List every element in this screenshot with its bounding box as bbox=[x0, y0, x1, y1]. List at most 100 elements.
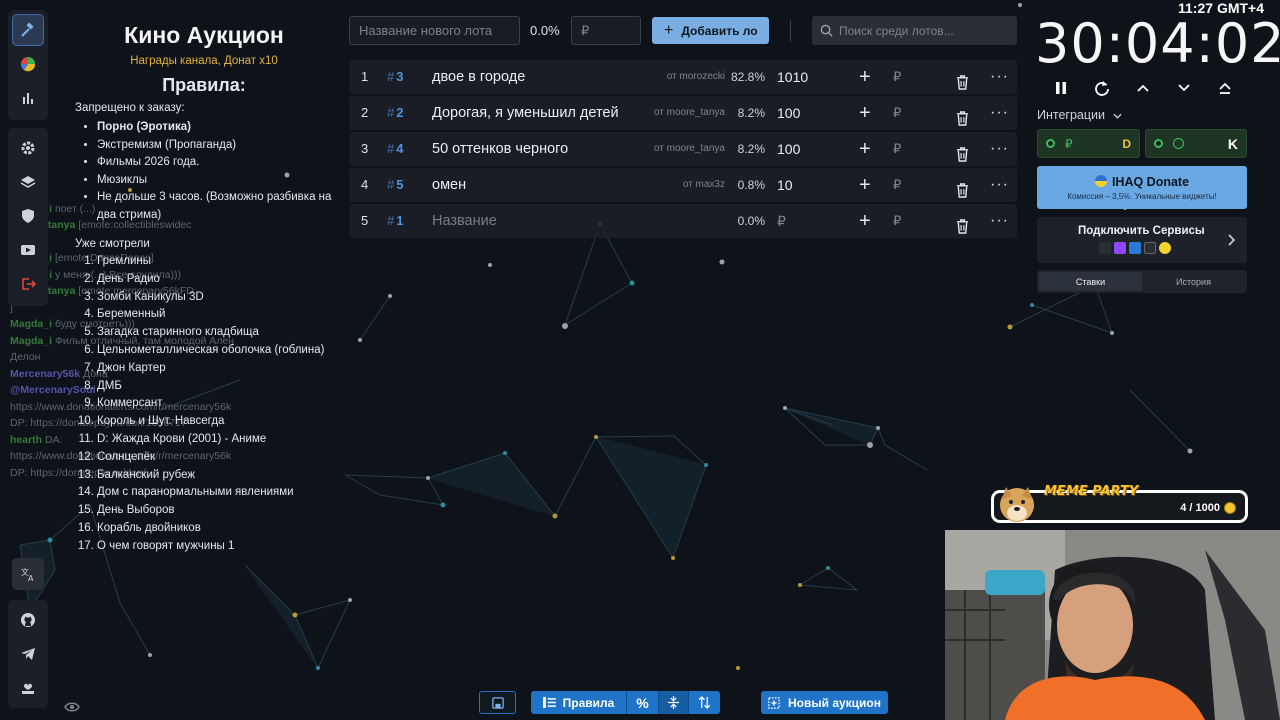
lot-amount-field[interactable]: 1010 bbox=[777, 60, 808, 94]
ihaq-donate-banner[interactable]: IHAQ Donate Комиссия – 3,5%. Уникальные … bbox=[1037, 166, 1247, 209]
lot-author: от moore_tanya bbox=[653, 107, 725, 118]
add-amount-button[interactable]: + bbox=[859, 132, 871, 166]
lot-amount-field[interactable]: 10 bbox=[777, 168, 793, 202]
save-button[interactable] bbox=[479, 691, 516, 714]
search-box[interactable] bbox=[812, 16, 1017, 45]
donate-heart-icon[interactable] bbox=[12, 672, 44, 704]
sort-toggle[interactable] bbox=[689, 691, 720, 714]
lot-name-field[interactable]: Название bbox=[432, 204, 497, 238]
watched-list: ГремлиныДень РадиоЗомби Каникулы 3DБерем… bbox=[75, 253, 335, 556]
trash-icon[interactable] bbox=[956, 213, 969, 234]
trash-icon[interactable] bbox=[956, 141, 969, 162]
watched-item: Солнцепёк bbox=[97, 449, 335, 467]
pause-icon[interactable] bbox=[1050, 78, 1072, 98]
tab-history[interactable]: История bbox=[1142, 272, 1245, 291]
rail-group-main bbox=[8, 10, 48, 120]
video-icon[interactable] bbox=[12, 234, 44, 266]
toolbar-divider bbox=[790, 20, 791, 42]
eye-icon[interactable] bbox=[64, 700, 80, 718]
lot-percent: 0.8% bbox=[737, 178, 765, 192]
new-lot-name-input[interactable] bbox=[349, 16, 520, 45]
watched-item: О чем говорят мужчины 1 bbox=[97, 538, 335, 556]
logout-icon[interactable] bbox=[12, 268, 44, 300]
trash-icon[interactable] bbox=[956, 105, 969, 126]
watched-item: Джон Картер bbox=[97, 360, 335, 378]
trash-icon[interactable] bbox=[956, 69, 969, 90]
watched-item: Гремлины bbox=[97, 253, 335, 271]
integrations-label: Интеграции bbox=[1037, 108, 1106, 122]
connect-services-button[interactable]: Подключить Сервисы bbox=[1037, 217, 1247, 263]
layers-icon[interactable] bbox=[12, 166, 44, 198]
chat-username: hearth bbox=[10, 433, 43, 446]
lot-row: 2 #2 Дорогая, я уменьшил детей от moore_tan… bbox=[349, 96, 1017, 130]
auction-hammer-icon[interactable] bbox=[12, 14, 44, 46]
ruble-input-button[interactable]: ₽ bbox=[893, 60, 901, 94]
lot-name-field[interactable]: двое в городе bbox=[432, 60, 525, 94]
webcam-feed bbox=[945, 530, 1280, 720]
integration-donatepay[interactable]: ₽ D bbox=[1037, 129, 1140, 158]
percent-toggle[interactable]: % bbox=[627, 691, 659, 714]
auction-subtitle: Награды канала, Донат x10 bbox=[130, 55, 278, 67]
stats-icon[interactable] bbox=[12, 82, 44, 114]
compact-toggle[interactable] bbox=[659, 691, 689, 714]
chevron-down-icon[interactable] bbox=[1173, 78, 1195, 98]
integrations-toggle[interactable]: Интеграции bbox=[1037, 108, 1122, 122]
search-input[interactable] bbox=[839, 23, 1009, 38]
more-options-icon[interactable]: ··· bbox=[990, 96, 1009, 130]
add-lot-button[interactable]: + Добавить ло bbox=[652, 17, 769, 44]
add-amount-button[interactable]: + bbox=[859, 204, 871, 238]
rules-panel: Кино Аукцион Награды канала, Донат x10 П… bbox=[75, 22, 335, 556]
add-amount-button[interactable]: + bbox=[859, 168, 871, 202]
trash-icon[interactable] bbox=[956, 177, 969, 198]
forbidden-item: Порно (Эротика) bbox=[97, 119, 335, 137]
doge-icon bbox=[1000, 487, 1034, 522]
new-lot-amount-input[interactable] bbox=[571, 16, 641, 45]
watched-item: Коммерсант bbox=[97, 395, 335, 413]
more-options-icon[interactable]: ··· bbox=[990, 204, 1009, 238]
lot-author: от moore_tanya bbox=[653, 143, 725, 154]
ruble-input-button[interactable]: ₽ bbox=[893, 168, 901, 202]
shield-icon[interactable] bbox=[12, 200, 44, 232]
chevron-up-icon[interactable] bbox=[1132, 78, 1154, 98]
add-amount-button[interactable]: + bbox=[859, 96, 871, 130]
forbidden-item: Мюзиклы bbox=[97, 172, 335, 190]
reset-icon[interactable] bbox=[1091, 78, 1113, 98]
chevron-right-icon bbox=[1228, 234, 1236, 246]
tab-bids[interactable]: Ставки bbox=[1039, 272, 1142, 291]
chat-text: Делон bbox=[10, 351, 41, 363]
translate-icon[interactable]: 文A bbox=[12, 558, 44, 590]
wheel-icon[interactable] bbox=[12, 48, 44, 80]
lot-name-field[interactable]: омен bbox=[432, 168, 466, 202]
more-options-icon[interactable]: ··· bbox=[990, 168, 1009, 202]
integration-kick[interactable]: K bbox=[1145, 129, 1247, 158]
ruble-input-button[interactable]: ₽ bbox=[893, 96, 901, 130]
github-icon[interactable] bbox=[12, 604, 44, 636]
bids-history-tabs: Ставки История bbox=[1037, 270, 1247, 293]
watched-item: День Радио bbox=[97, 271, 335, 289]
ruble-input-button[interactable]: ₽ bbox=[893, 132, 901, 166]
lot-name-field[interactable]: Дорогая, я уменьшил детей bbox=[432, 96, 619, 130]
kick-logo: K bbox=[1227, 135, 1238, 152]
add-amount-button[interactable]: + bbox=[859, 60, 871, 94]
lot-name-field[interactable]: 50 оттенков черного bbox=[432, 132, 568, 166]
lot-author: от max3z bbox=[682, 179, 725, 190]
more-options-icon[interactable]: ··· bbox=[990, 60, 1009, 94]
lot-amount-field[interactable]: ₽ bbox=[777, 204, 786, 238]
lot-index: 1 bbox=[361, 69, 369, 84]
lot-percent: 0.0% bbox=[737, 214, 765, 228]
new-auction-button[interactable]: Новый аукцион bbox=[761, 691, 888, 714]
gear-icon[interactable] bbox=[12, 132, 44, 164]
rules-button[interactable]: Правила bbox=[531, 691, 627, 714]
chat-username: Magda_i bbox=[10, 334, 53, 347]
more-options-icon[interactable]: ··· bbox=[990, 132, 1009, 166]
double-chevron-up-icon[interactable] bbox=[1214, 78, 1236, 98]
save-icon bbox=[491, 696, 504, 709]
lot-amount-field[interactable]: 100 bbox=[777, 132, 800, 166]
rail-group-settings bbox=[8, 128, 48, 306]
telegram-icon[interactable] bbox=[12, 638, 44, 670]
chat-username: Magda_i bbox=[10, 318, 53, 330]
rules-button-label: Правила bbox=[562, 695, 615, 710]
ruble-input-button[interactable]: ₽ bbox=[893, 204, 901, 238]
watched-item: Зомби Каникулы 3D bbox=[97, 289, 335, 307]
lot-amount-field[interactable]: 100 bbox=[777, 96, 800, 130]
